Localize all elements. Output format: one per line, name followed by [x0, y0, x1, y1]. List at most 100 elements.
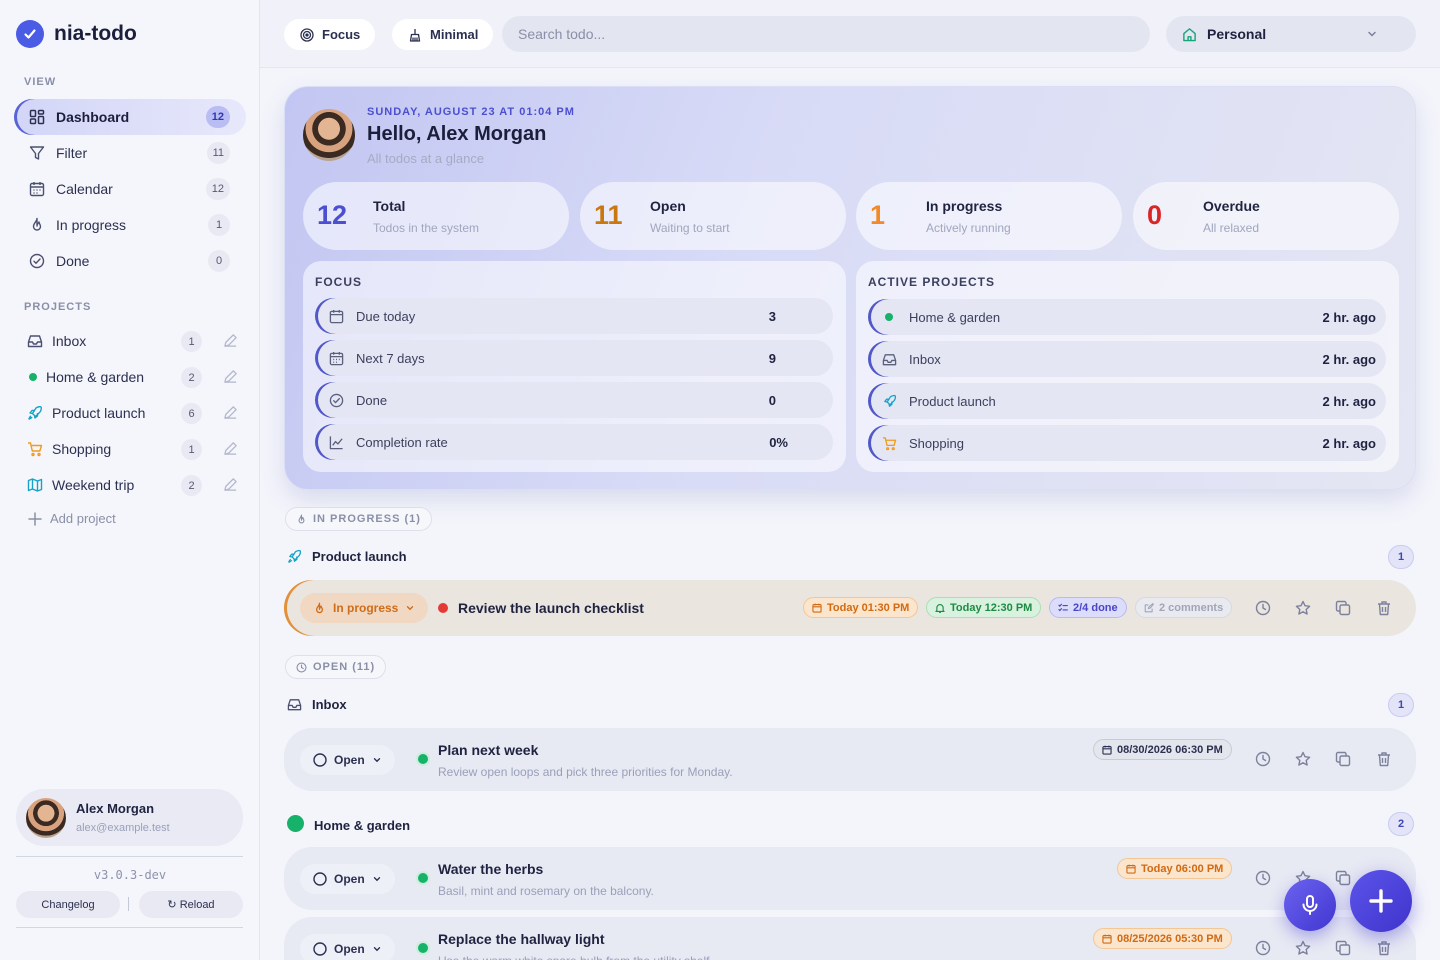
duplicate-icon[interactable]: [1333, 749, 1353, 769]
comments-tag[interactable]: 2 comments: [1135, 597, 1233, 618]
todo-title[interactable]: Water the herbs: [438, 861, 543, 877]
nav-dashboard[interactable]: Dashboard 12: [14, 99, 246, 135]
project-product-launch[interactable]: Product launch 6: [14, 395, 246, 431]
edit-pencil-icon[interactable]: [223, 405, 238, 420]
todo-item[interactable]: In progress Review the launch checklist …: [284, 580, 1416, 636]
status-dropdown[interactable]: Open: [300, 934, 395, 960]
brand[interactable]: nia-todo: [16, 20, 137, 48]
edit-pencil-icon[interactable]: [223, 369, 238, 384]
active-project-product-launch[interactable]: Product launch 2 hr. ago: [868, 383, 1386, 419]
due-date-tag[interactable]: Today 06:00 PM: [1117, 858, 1233, 879]
reminder-tag[interactable]: Today 12:30 PM: [926, 597, 1042, 618]
stat-in-progress[interactable]: 1 In progress Actively running: [856, 182, 1122, 250]
snooze-clock-icon[interactable]: [1253, 868, 1273, 888]
trash-icon[interactable]: [1374, 598, 1394, 618]
project-shopping[interactable]: Shopping 1: [14, 431, 246, 467]
group-product-launch[interactable]: Product launch: [287, 549, 407, 564]
focus-mode-button[interactable]: Focus: [284, 19, 376, 50]
snooze-clock-icon[interactable]: [1253, 749, 1273, 769]
dashboard-subtitle: All todos at a glance: [367, 151, 485, 166]
app-version: v3.0.3-dev: [93, 868, 167, 882]
dashboard-greeting: Hello, Alex Morgan: [367, 123, 547, 145]
add-project-label: Add project: [50, 511, 116, 526]
stat-open[interactable]: 11 Open Waiting to start: [580, 182, 846, 250]
todo-item[interactable]: Open Replace the hallway light Use the w…: [284, 917, 1416, 960]
nav-in-progress[interactable]: In progress 1: [14, 207, 246, 243]
active-project-home-garden[interactable]: Home & garden 2 hr. ago: [868, 299, 1386, 335]
nav-filter[interactable]: Filter 11: [14, 135, 246, 171]
active-project-label: Inbox: [909, 351, 941, 367]
duplicate-icon[interactable]: [1333, 868, 1353, 888]
calendar-icon: [1126, 864, 1136, 874]
todo-item[interactable]: Open Plan next week Review open loops an…: [284, 728, 1416, 791]
group-inbox[interactable]: Inbox: [287, 697, 347, 712]
active-projects-panel: ACTIVE PROJECTS Home & garden 2 hr. ago …: [856, 261, 1399, 472]
nav-count: 0: [208, 250, 230, 272]
status-dropdown[interactable]: In progress: [300, 593, 429, 623]
todo-title[interactable]: Review the launch checklist: [458, 600, 644, 616]
edit-pencil-icon[interactable]: [223, 477, 238, 492]
active-project-shopping[interactable]: Shopping 2 hr. ago: [868, 425, 1386, 461]
snooze-clock-icon[interactable]: [1253, 938, 1273, 958]
due-date-tag[interactable]: Today 01:30 PM: [803, 597, 919, 618]
todo-title[interactable]: Replace the hallway light: [438, 931, 605, 947]
project-label: Inbox: [52, 333, 87, 349]
status-dropdown[interactable]: Open: [300, 745, 395, 775]
section-label: OPEN (11): [313, 661, 376, 673]
trash-icon[interactable]: [1374, 749, 1394, 769]
stat-overdue[interactable]: 0 Overdue All relaxed: [1133, 182, 1399, 250]
duplicate-icon[interactable]: [1333, 938, 1353, 958]
focus-row-done[interactable]: Done 0: [315, 382, 833, 418]
nav-label: Filter: [56, 145, 88, 161]
stat-sub: Waiting to start: [650, 221, 730, 235]
edit-pencil-icon[interactable]: [223, 333, 238, 348]
stat-sub: Actively running: [926, 221, 1011, 235]
star-icon[interactable]: [1293, 598, 1313, 618]
calendar-icon: [1102, 934, 1112, 944]
active-project-time: 2 hr. ago: [1322, 309, 1376, 325]
minimal-label: Minimal: [430, 27, 479, 42]
due-date-tag[interactable]: 08/30/2026 06:30 PM: [1093, 739, 1232, 760]
subtasks-tag[interactable]: 2/4 done: [1049, 597, 1127, 618]
project-inbox[interactable]: Inbox 1: [14, 323, 246, 359]
trash-icon[interactable]: [1374, 938, 1394, 958]
user-card[interactable]: Alex Morgan alex@example.test: [16, 789, 243, 846]
edit-pencil-icon[interactable]: [223, 441, 238, 456]
plus-icon: [1368, 888, 1394, 914]
projects-section-label: PROJECTS: [24, 301, 92, 313]
voice-input-button[interactable]: [1284, 879, 1336, 931]
stat-total[interactable]: 12 Total Todos in the system: [303, 182, 569, 250]
reload-button[interactable]: ↻ Reload: [139, 891, 243, 918]
nav-calendar[interactable]: Calendar 12: [14, 171, 246, 207]
in-progress-section-chip[interactable]: IN PROGRESS (1): [285, 507, 432, 531]
snooze-clock-icon[interactable]: [1253, 598, 1273, 618]
focus-row-next-7-days[interactable]: Next 7 days 9: [315, 340, 833, 376]
nav-done[interactable]: Done 0: [14, 243, 246, 279]
star-icon[interactable]: [1293, 938, 1313, 958]
focus-row-due-today[interactable]: Due today 3: [315, 298, 833, 334]
green-dot-icon: [881, 309, 897, 325]
group-name: Home & garden: [314, 817, 411, 833]
project-weekend-trip[interactable]: Weekend trip 2: [14, 467, 246, 503]
add-todo-button[interactable]: [1350, 870, 1412, 932]
duplicate-icon[interactable]: [1333, 598, 1353, 618]
project-label: Shopping: [52, 441, 112, 457]
divider: [16, 856, 243, 857]
group-home-garden[interactable]: Home & garden: [287, 815, 410, 835]
active-project-inbox[interactable]: Inbox 2 hr. ago: [868, 341, 1386, 377]
changelog-button[interactable]: Changelog: [16, 891, 120, 918]
minimal-mode-button[interactable]: Minimal: [392, 19, 494, 50]
project-home-garden[interactable]: Home & garden 2: [14, 359, 246, 395]
add-project-button[interactable]: Add project: [28, 511, 116, 526]
search-input[interactable]: [502, 16, 1150, 52]
todo-title[interactable]: Plan next week: [438, 742, 538, 758]
due-date-tag[interactable]: 08/25/2026 05:30 PM: [1093, 928, 1232, 949]
workspace-select[interactable]: Personal: [1166, 16, 1416, 52]
focus-row-completion-rate[interactable]: Completion rate 0%: [315, 424, 833, 460]
status-dropdown[interactable]: Open: [300, 864, 395, 894]
nav-count: 11: [206, 142, 230, 164]
star-icon[interactable]: [1293, 749, 1313, 769]
todo-item[interactable]: Open Water the herbs Basil, mint and ros…: [284, 847, 1416, 910]
nav-count: 12: [205, 178, 230, 200]
open-section-chip[interactable]: OPEN (11): [285, 655, 387, 679]
